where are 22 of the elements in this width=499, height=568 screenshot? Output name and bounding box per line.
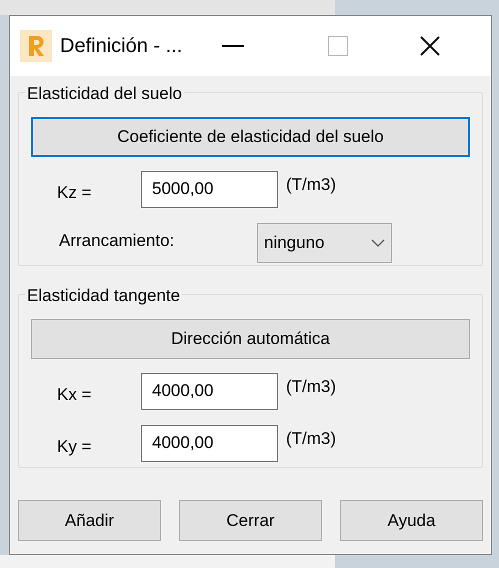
dropdown[interactable]: ninguno [257, 223, 392, 263]
field-label: Arrancamiento: [58, 230, 176, 252]
input-field[interactable]: 4000,00 [141, 372, 278, 410]
minimize-icon[interactable] [222, 44, 244, 48]
unit-label: (T/m3) [286, 174, 336, 196]
action-button[interactable]: Dirección automática [31, 319, 470, 359]
chevron-down-icon [371, 239, 385, 247]
field-label: Ky = [56, 436, 92, 458]
unit-label: (T/m3) [286, 376, 336, 398]
action-button[interactable]: Coeficiente de elasticidad del suelo [31, 117, 470, 157]
dialog-button[interactable]: Ayuda [340, 500, 483, 541]
input-field[interactable]: 5000,00 [141, 170, 278, 208]
app-icon [20, 30, 52, 62]
dialog-button[interactable]: Añadir [18, 500, 161, 541]
field-label: Kz = [56, 182, 92, 204]
close-icon[interactable] [420, 36, 440, 56]
field-label: Kx = [56, 384, 92, 406]
input-field[interactable]: 4000,00 [141, 424, 278, 462]
maximize-icon [328, 36, 348, 56]
unit-label: (T/m3) [286, 428, 336, 450]
window-title: Definición - ... [60, 34, 182, 59]
dialog-button[interactable]: Cerrar [179, 500, 322, 541]
